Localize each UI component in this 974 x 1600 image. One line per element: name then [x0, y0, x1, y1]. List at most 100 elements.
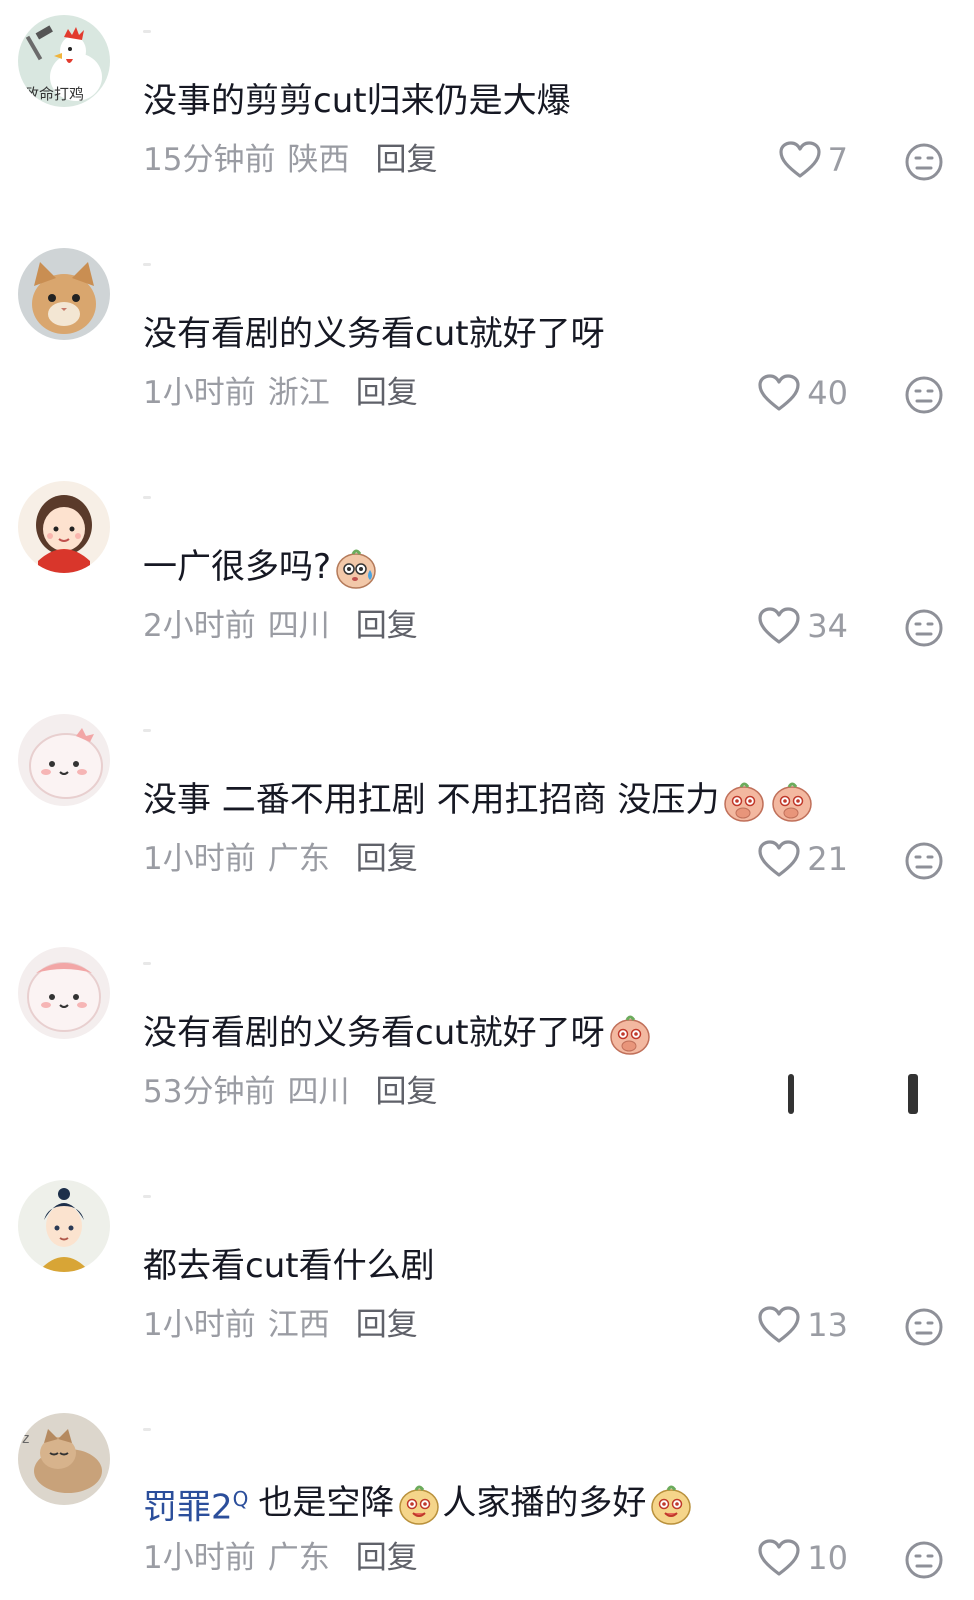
username[interactable] [143, 30, 151, 33]
avatar[interactable] [18, 1180, 110, 1272]
username[interactable] [143, 263, 151, 266]
comment-text-body: 一广很多吗? [143, 547, 332, 587]
username[interactable] [143, 1428, 151, 1431]
avatar[interactable] [18, 248, 110, 340]
reply-button[interactable]: 回复 [375, 142, 437, 178]
like-count: 13 [807, 1306, 848, 1344]
like-count: 21 [807, 840, 848, 878]
comment-location: 浙江 [267, 375, 330, 411]
reply-button[interactable]: 回复 [375, 1074, 437, 1110]
avatar[interactable]: z [18, 1413, 110, 1505]
comment-meta: 2小时前 四川 回复 [143, 604, 418, 648]
like-button[interactable]: 34 [757, 606, 848, 646]
comment-text: 没有看剧的义务看cut就好了呀 [143, 311, 605, 357]
neutral-face-icon [905, 376, 943, 414]
neutral-face-icon [905, 842, 943, 880]
anime-warrior-icon [18, 1180, 110, 1272]
avatar[interactable]: 致命打鸡 [18, 15, 110, 107]
shy-emoji-icon [769, 777, 815, 823]
comment-meta: 1小时前 广东 回复 [143, 1536, 418, 1580]
search-superscript-icon: Q [232, 1487, 249, 1511]
mention-link[interactable]: 罚罪2Q [143, 1476, 248, 1530]
comment-item: 没有看剧的义务看cut就好了呀 1小时前 浙江 回复 40 [0, 233, 974, 466]
avatar[interactable] [18, 714, 110, 806]
comment-location: 广东 [267, 841, 330, 877]
comment-meta: 53分钟前 四川 回复 [143, 1070, 437, 1114]
comment-time: 15分钟前 [143, 142, 276, 178]
neutral-face-icon [905, 1308, 943, 1346]
cartoon-girl-icon [18, 481, 110, 573]
like-button[interactable]: 7 [778, 140, 848, 180]
comment-item: 没有看剧的义务看cut就好了呀 53分钟前 四川 回复 [0, 932, 974, 1165]
comment-location: 江西 [267, 1307, 330, 1343]
dislike-button[interactable] [904, 608, 944, 648]
comment-meta: 1小时前 江西 回复 [143, 1303, 418, 1347]
like-count: 40 [807, 374, 848, 412]
username[interactable] [143, 1195, 151, 1198]
like-button[interactable]: 40 [757, 373, 848, 413]
like-count: 34 [807, 607, 848, 645]
heart-icon [758, 1539, 800, 1576]
neutral-face-icon [905, 1541, 943, 1579]
heart-icon [758, 374, 800, 411]
dislike-button[interactable] [904, 375, 944, 415]
heart-icon [779, 141, 821, 178]
dislike-button[interactable] [904, 142, 944, 182]
comment-location: 四川 [287, 1074, 350, 1110]
comment-time: 1小时前 [143, 841, 256, 877]
like-button[interactable]: 13 [757, 1305, 848, 1345]
like-button[interactable]: 21 [757, 839, 848, 879]
rooster-icon: 致命打鸡 [18, 15, 110, 107]
dislike-button[interactable] [904, 841, 944, 881]
comment-item: 都去看cut看什么剧 1小时前 江西 回复 13 [0, 1165, 974, 1398]
heart-icon [758, 840, 800, 877]
comment-text-body: 人家播的多好 [442, 1483, 647, 1524]
like-button[interactable]: 10 [757, 1538, 848, 1578]
comment-time: 1小时前 [143, 1540, 256, 1576]
username[interactable] [143, 962, 151, 965]
reply-button[interactable]: 回复 [356, 608, 418, 644]
smirk-emoji-icon [648, 1480, 694, 1526]
comment-text-body: 没事 二番不用扛剧 不用扛招商 没压力 [143, 780, 720, 820]
avatar[interactable] [18, 481, 110, 573]
dislike-button[interactable] [904, 1307, 944, 1347]
comment-time: 1小时前 [143, 1307, 256, 1343]
comment-meta: 15分钟前 陕西 回复 [143, 138, 437, 182]
cat-icon [18, 248, 110, 340]
lying-cat-icon: z [18, 1413, 110, 1505]
pink-blob-icon [18, 714, 110, 806]
username[interactable] [143, 496, 151, 499]
svg-text:z: z [22, 1431, 29, 1447]
heart-icon [758, 1306, 800, 1343]
shy-emoji-icon [721, 777, 767, 823]
reply-button[interactable]: 回复 [356, 841, 418, 877]
reply-button[interactable]: 回复 [356, 1540, 418, 1576]
comment-time: 2小时前 [143, 608, 256, 644]
comment-text-body: 没有看剧的义务看cut就好了呀 [143, 314, 605, 354]
comment-time: 53分钟前 [143, 1074, 276, 1110]
comment-text: 没事 二番不用扛剧 不用扛招商 没压力 [143, 777, 815, 823]
dislike-button[interactable] [904, 1540, 944, 1580]
reply-button[interactable]: 回复 [356, 375, 418, 411]
neutral-face-icon [905, 143, 943, 181]
loading-indicator [758, 1074, 938, 1118]
comment-text: 罚罪2Q 也是空降 人家播的多好 [143, 1476, 694, 1530]
username[interactable] [143, 729, 151, 732]
pink-blob-icon [18, 947, 110, 1039]
like-count: 7 [827, 141, 848, 179]
shy-emoji-icon [607, 1010, 653, 1056]
avatar[interactable] [18, 947, 110, 1039]
comment-text: 都去看cut看什么剧 [143, 1243, 435, 1289]
comment-text-body: 没有看剧的义务看cut就好了呀 [143, 1013, 605, 1053]
comment-location: 陕西 [287, 142, 350, 178]
comment-text-body: 也是空降 [258, 1483, 395, 1524]
comment-item: 一广很多吗? 2小时前 四川 回复 34 [0, 466, 974, 699]
neutral-face-icon [905, 609, 943, 647]
comment-location: 四川 [267, 608, 330, 644]
reply-button[interactable]: 回复 [356, 1307, 418, 1343]
comment-text: 没事的剪剪cut归来仍是大爆 [143, 78, 571, 124]
comment-text-body: 没事的剪剪cut归来仍是大爆 [143, 81, 571, 121]
sweat-emoji-icon [333, 544, 379, 590]
svg-text:致命打鸡: 致命打鸡 [24, 85, 84, 103]
comment-item: 致命打鸡 没事的剪剪cut归来仍是大爆 15分钟前 陕西 回复 7 [0, 0, 974, 233]
